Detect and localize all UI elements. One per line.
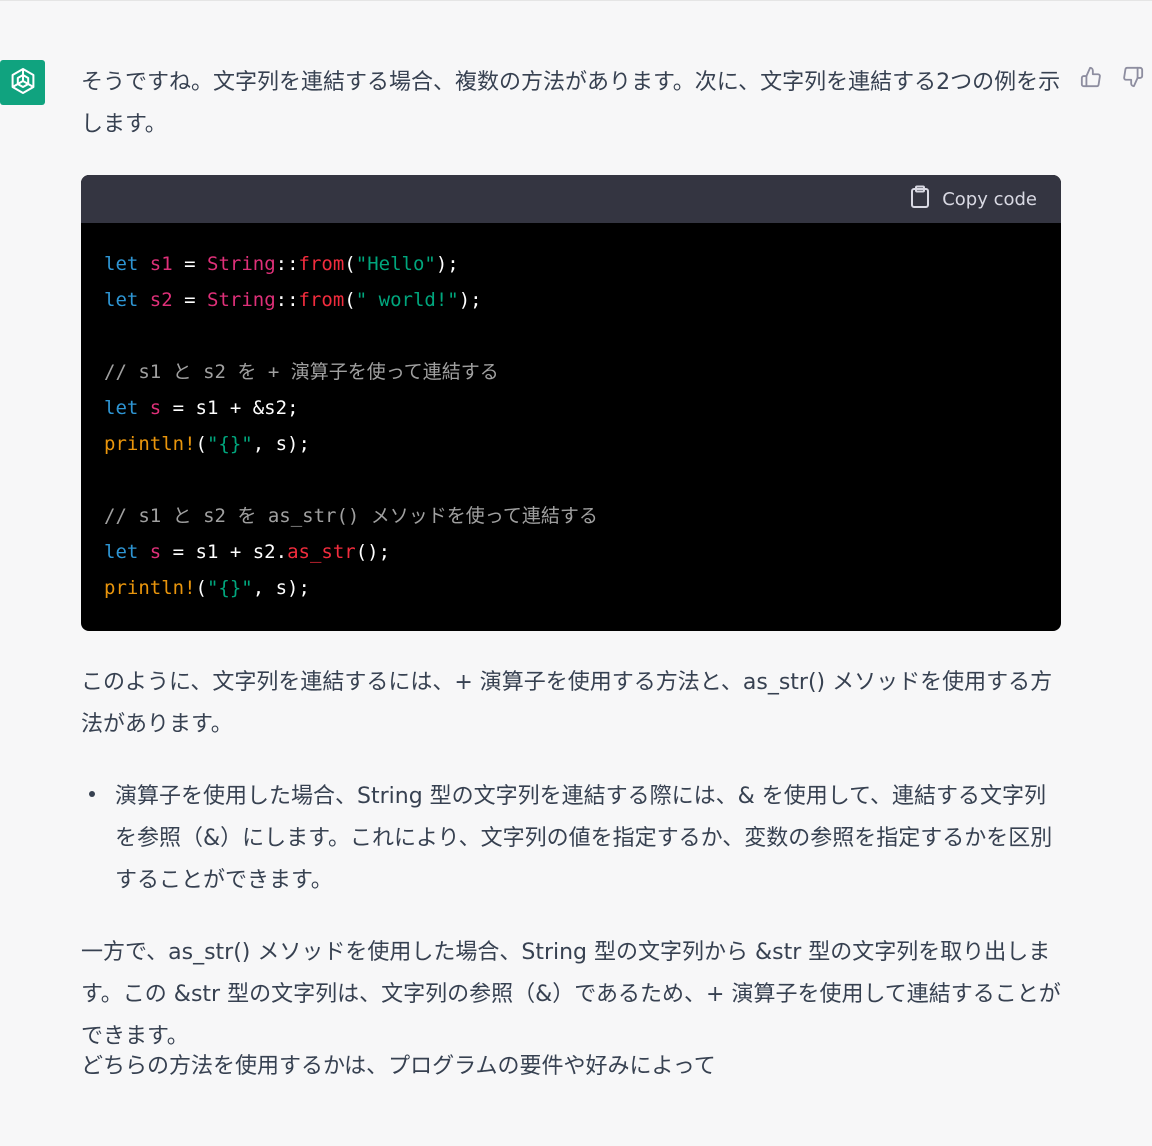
code-block: Copy code let s1 = String::from("Hello")… [81,175,1061,631]
code-token: ); [458,289,482,311]
code-token: // s1 と s2 を + 演算子を使って連結する [104,361,499,383]
code-token: println! [104,577,196,599]
code-token: ( [195,433,207,455]
code-token: (); [355,541,391,563]
thumbs-down-button[interactable] [1118,64,1148,94]
clipboard-icon [910,185,930,214]
code-token: "Hello" [355,253,436,275]
code-token: s [149,397,162,419]
code-token: String [207,253,276,275]
code-token: = s1 + &s2; [161,397,299,419]
code-line: // s1 と s2 を as_str() メソッドを使って連結する [104,498,598,534]
thumbs-down-icon [1122,66,1144,92]
code-token: let [104,397,139,419]
code-token: from [298,289,345,311]
code-block-header: Copy code [81,175,1061,223]
code-token: , s); [252,433,310,455]
code-line: let s2 = String::from(" world!"); [104,282,482,318]
code-token: let [104,541,139,563]
code-token: = s1 + s2. [161,541,288,563]
code-token: "{}" [206,433,253,455]
code-token: :: [275,253,299,275]
code-line: let s = s1 + &s2; [104,390,299,426]
bullet-marker [89,791,95,797]
thumbs-up-icon [1080,66,1102,92]
message-intro: そうですね。文字列を連結する場合、複数の方法があります。次に、文字列を連結する2… [81,70,1061,137]
code-token: from [298,253,345,275]
code-token: ( [195,577,207,599]
thumbs-up-button[interactable] [1076,64,1106,94]
code-line: // s1 と s2 を + 演算子を使って連結する [104,354,499,390]
message-paragraph: 一方で、as_str() メソッドを使用した場合、String 型の文字列から … [81,940,1061,1049]
code-line: println!("{}", s); [104,570,310,606]
code-token: s2 [149,289,173,311]
code-token: " world!" [355,289,459,311]
copy-code-button[interactable]: Copy code [910,185,1037,214]
assistant-avatar [0,60,45,105]
code-token: ( [344,253,356,275]
code-token: = [172,289,207,311]
code-token: ( [344,289,356,311]
code-line: let s = s1 + s2.as_str(); [104,534,390,570]
top-divider [0,0,1152,1]
code-token: let [104,253,139,275]
code-line: println!("{}", s); [104,426,310,462]
code-token: = [172,253,207,275]
code-token: "{}" [206,577,253,599]
code-token: :: [275,289,299,311]
message-paragraph-partial: どちらの方法を使用するかは、プログラムの要件や好みによって [81,1054,716,1079]
code-body: let s1 = String::from("Hello"); let s2 = … [81,223,1061,631]
code-token: println! [104,433,196,455]
bullet-item: 演算子を使用した場合、String 型の文字列を連結する際には、& を使用して、… [115,784,1053,893]
code-token: // s1 と s2 を as_str() メソッドを使って連結する [104,505,598,527]
code-token: let [104,289,139,311]
code-token: s [149,541,162,563]
code-line: let s1 = String::from("Hello"); [104,246,459,282]
code-token: as_str [287,541,356,563]
code-token: , s); [252,577,310,599]
openai-logo-icon [8,66,38,100]
message-summary: このように、文字列を連結するには、+ 演算子を使用する方法と、as_str() … [81,670,1053,737]
copy-code-label: Copy code [942,188,1037,210]
code-token: ); [435,253,459,275]
code-token: String [207,289,276,311]
code-token: s1 [149,253,173,275]
